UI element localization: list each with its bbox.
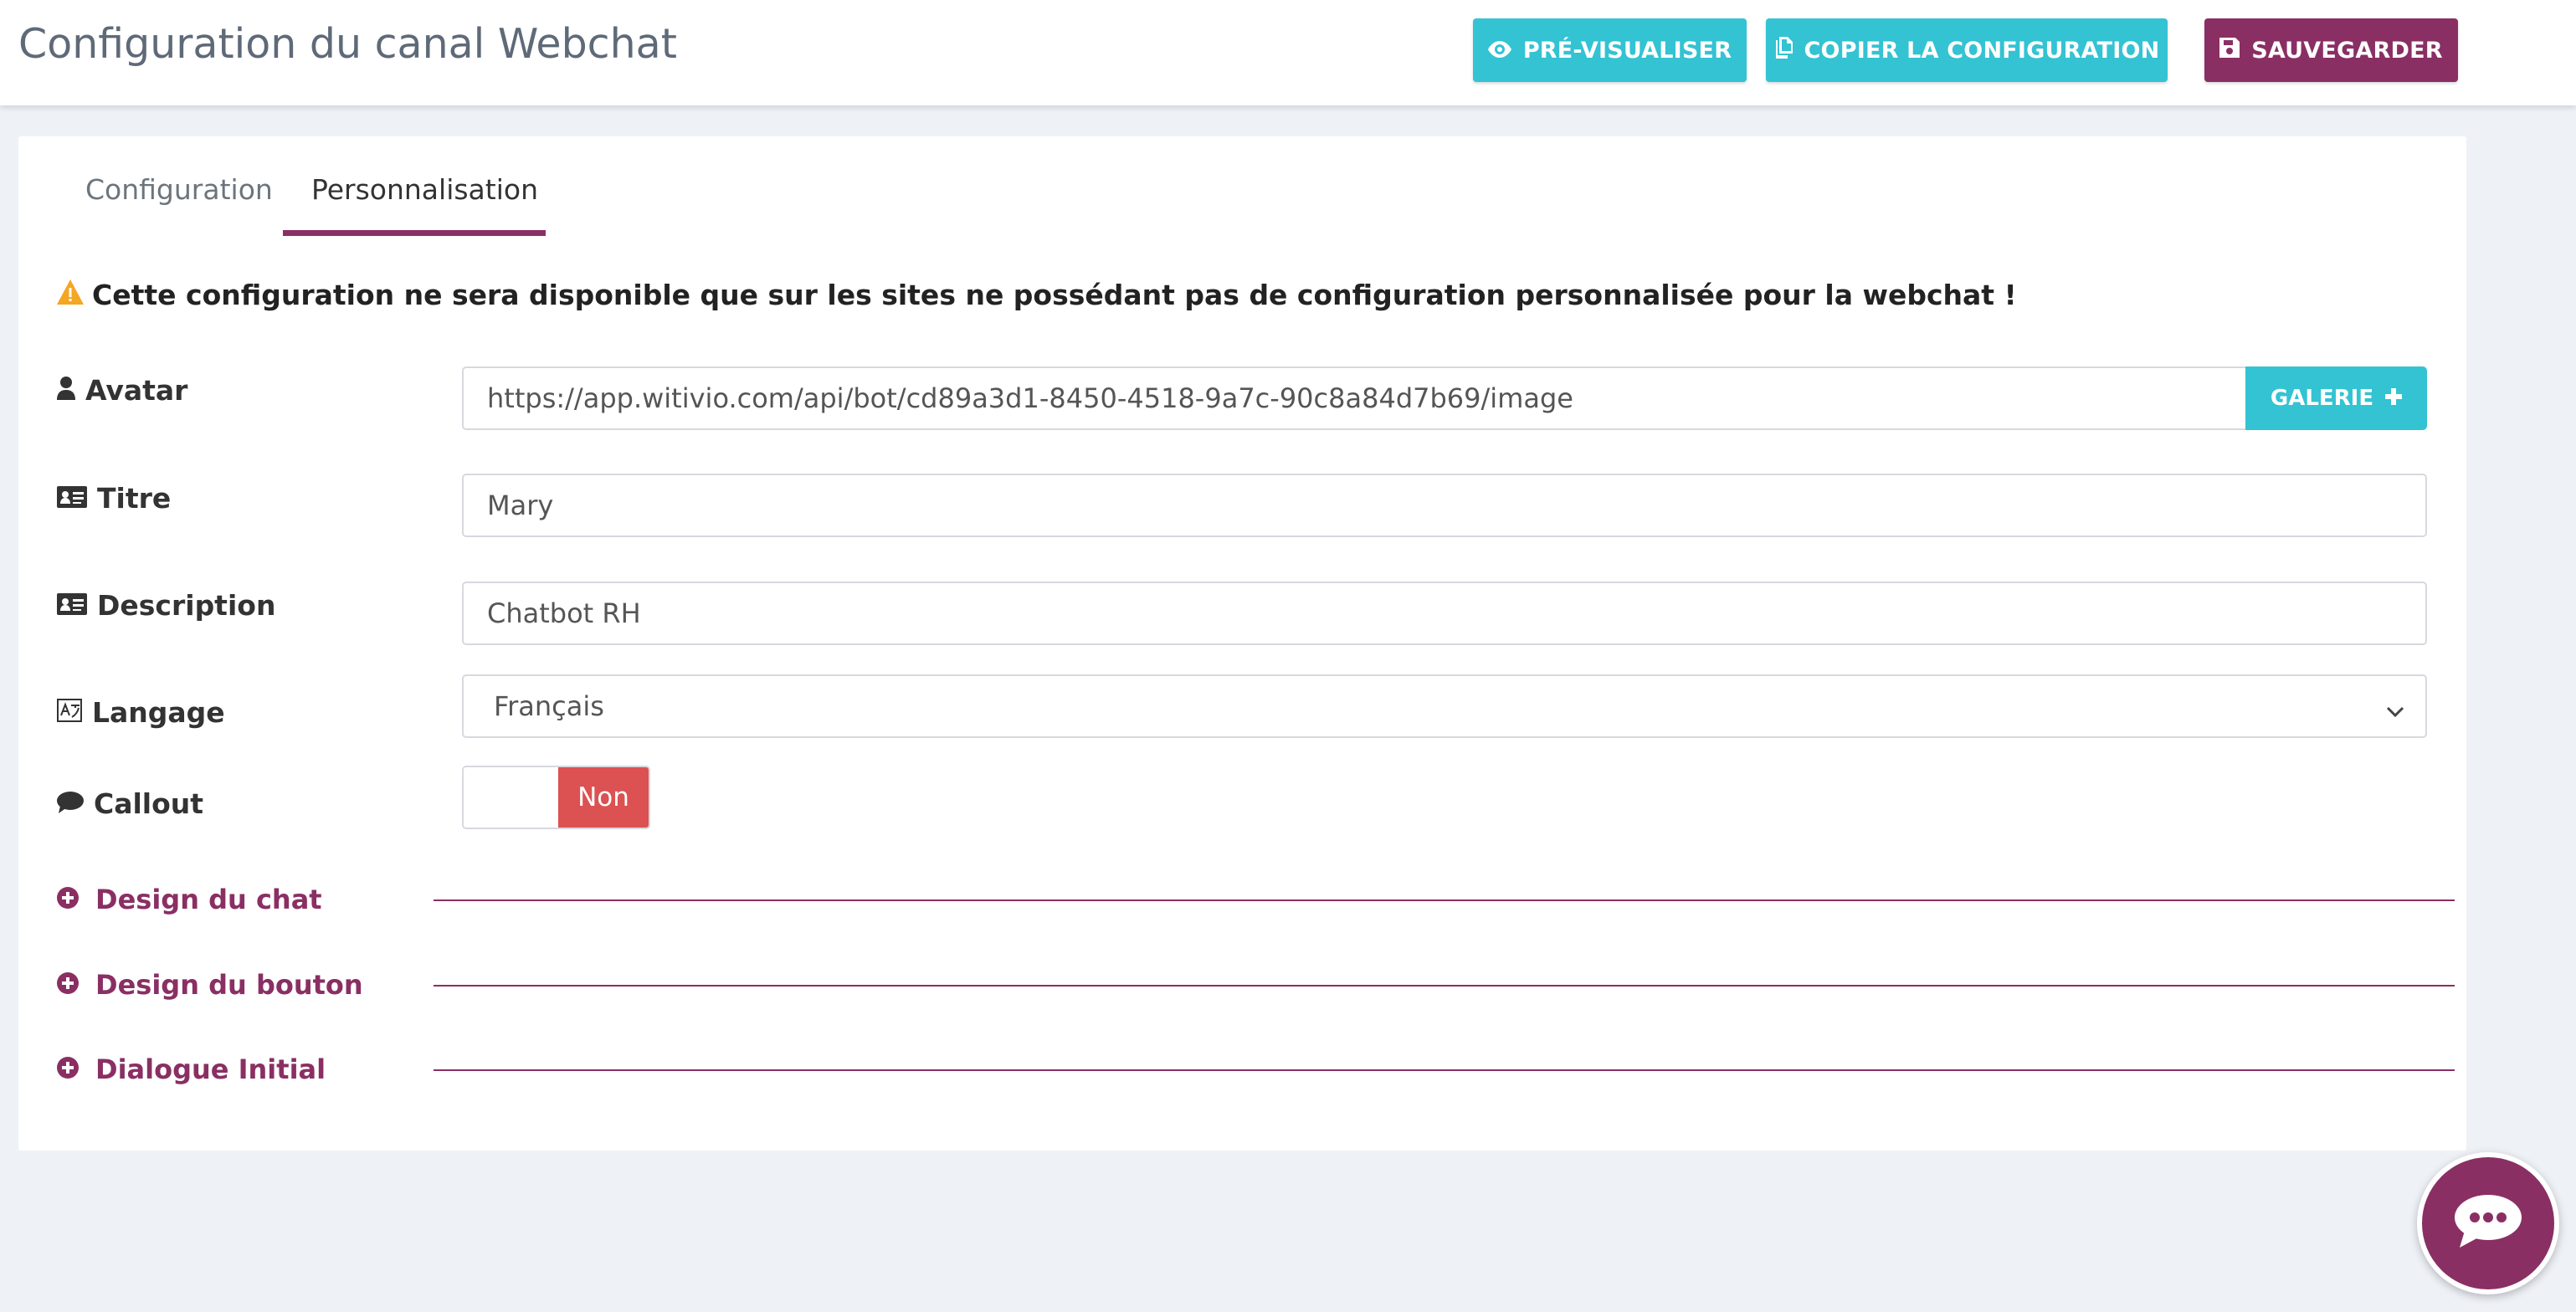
titre-value: Mary [487, 489, 554, 521]
copy-icon [1774, 36, 1793, 64]
active-tab-indicator [283, 230, 546, 236]
save-button-label: SAUVEGARDER [2251, 37, 2443, 64]
eye-icon [1487, 38, 1511, 64]
floppy-disk-icon [2219, 37, 2240, 64]
speech-bubble-icon [57, 787, 84, 820]
langage-value: Français [494, 690, 604, 722]
chat-bubble-icon [2453, 1194, 2523, 1253]
section-label: Design du chat [95, 884, 322, 915]
tab-personnalisation[interactable]: Personnalisation [311, 173, 538, 206]
section-dialogue-initial[interactable]: Dialogue Initial [57, 1053, 326, 1085]
galerie-button[interactable]: GALERIE [2245, 366, 2427, 430]
section-label: Dialogue Initial [95, 1053, 326, 1085]
warning-message: Cette configuration ne sera disponible q… [57, 279, 2017, 311]
id-card-icon [57, 482, 87, 515]
section-divider [434, 1069, 2455, 1071]
copy-configuration-button[interactable]: COPIER LA CONFIGURATION [1766, 18, 2168, 82]
langage-select[interactable]: Français [462, 674, 2427, 738]
plus-circle-icon [57, 969, 79, 1001]
callout-toggle-state: Non [558, 767, 649, 828]
avatar-url-input[interactable]: https://app.witivio.com/api/bot/cd89a3d1… [462, 366, 2247, 430]
description-value: Chatbot RH [487, 597, 641, 629]
language-icon [57, 696, 82, 729]
description-label-text: Description [97, 589, 276, 622]
user-icon [57, 374, 75, 407]
titre-label: Titre [57, 482, 171, 515]
callout-toggle[interactable]: Non [462, 766, 650, 829]
page-title: Configuration du canal Webchat [18, 20, 677, 68]
preview-button[interactable]: PRÉ-VISUALISER [1473, 18, 1747, 82]
copy-configuration-label: COPIER LA CONFIGURATION [1804, 37, 2160, 64]
langage-label-text: Langage [92, 696, 225, 729]
id-card-icon [57, 589, 87, 622]
section-divider [434, 899, 2455, 901]
section-design-du-chat[interactable]: Design du chat [57, 884, 322, 915]
chat-launcher-button[interactable] [2417, 1152, 2559, 1294]
galerie-button-label: GALERIE [2270, 386, 2374, 411]
callout-label-text: Callout [94, 787, 204, 820]
langage-label: Langage [57, 696, 225, 729]
plus-circle-icon [57, 1053, 79, 1085]
titre-label-text: Titre [97, 482, 172, 515]
section-divider [434, 985, 2455, 987]
warning-text: Cette configuration ne sera disponible q… [92, 279, 2017, 311]
description-input[interactable]: Chatbot RH [462, 582, 2427, 645]
section-label: Design du bouton [95, 969, 363, 1001]
section-design-du-bouton[interactable]: Design du bouton [57, 969, 363, 1001]
callout-label: Callout [57, 787, 203, 820]
customization-card: Configuration Personnalisation Cette con… [18, 136, 2466, 1151]
tab-configuration[interactable]: Configuration [85, 173, 273, 206]
warning-triangle-icon [57, 279, 84, 311]
plus-circle-icon [57, 884, 79, 915]
avatar-label: Avatar [57, 374, 187, 407]
avatar-label-text: Avatar [85, 374, 188, 407]
description-label: Description [57, 589, 275, 622]
chevron-down-icon [2385, 696, 2405, 728]
top-bar: Configuration du canal Webchat PRÉ-VISUA… [0, 0, 2576, 105]
avatar-url-value: https://app.witivio.com/api/bot/cd89a3d1… [487, 382, 1573, 414]
save-button[interactable]: SAUVEGARDER [2204, 18, 2458, 82]
preview-button-label: PRÉ-VISUALISER [1522, 37, 1732, 64]
titre-input[interactable]: Mary [462, 474, 2427, 537]
plus-icon [2385, 386, 2403, 411]
